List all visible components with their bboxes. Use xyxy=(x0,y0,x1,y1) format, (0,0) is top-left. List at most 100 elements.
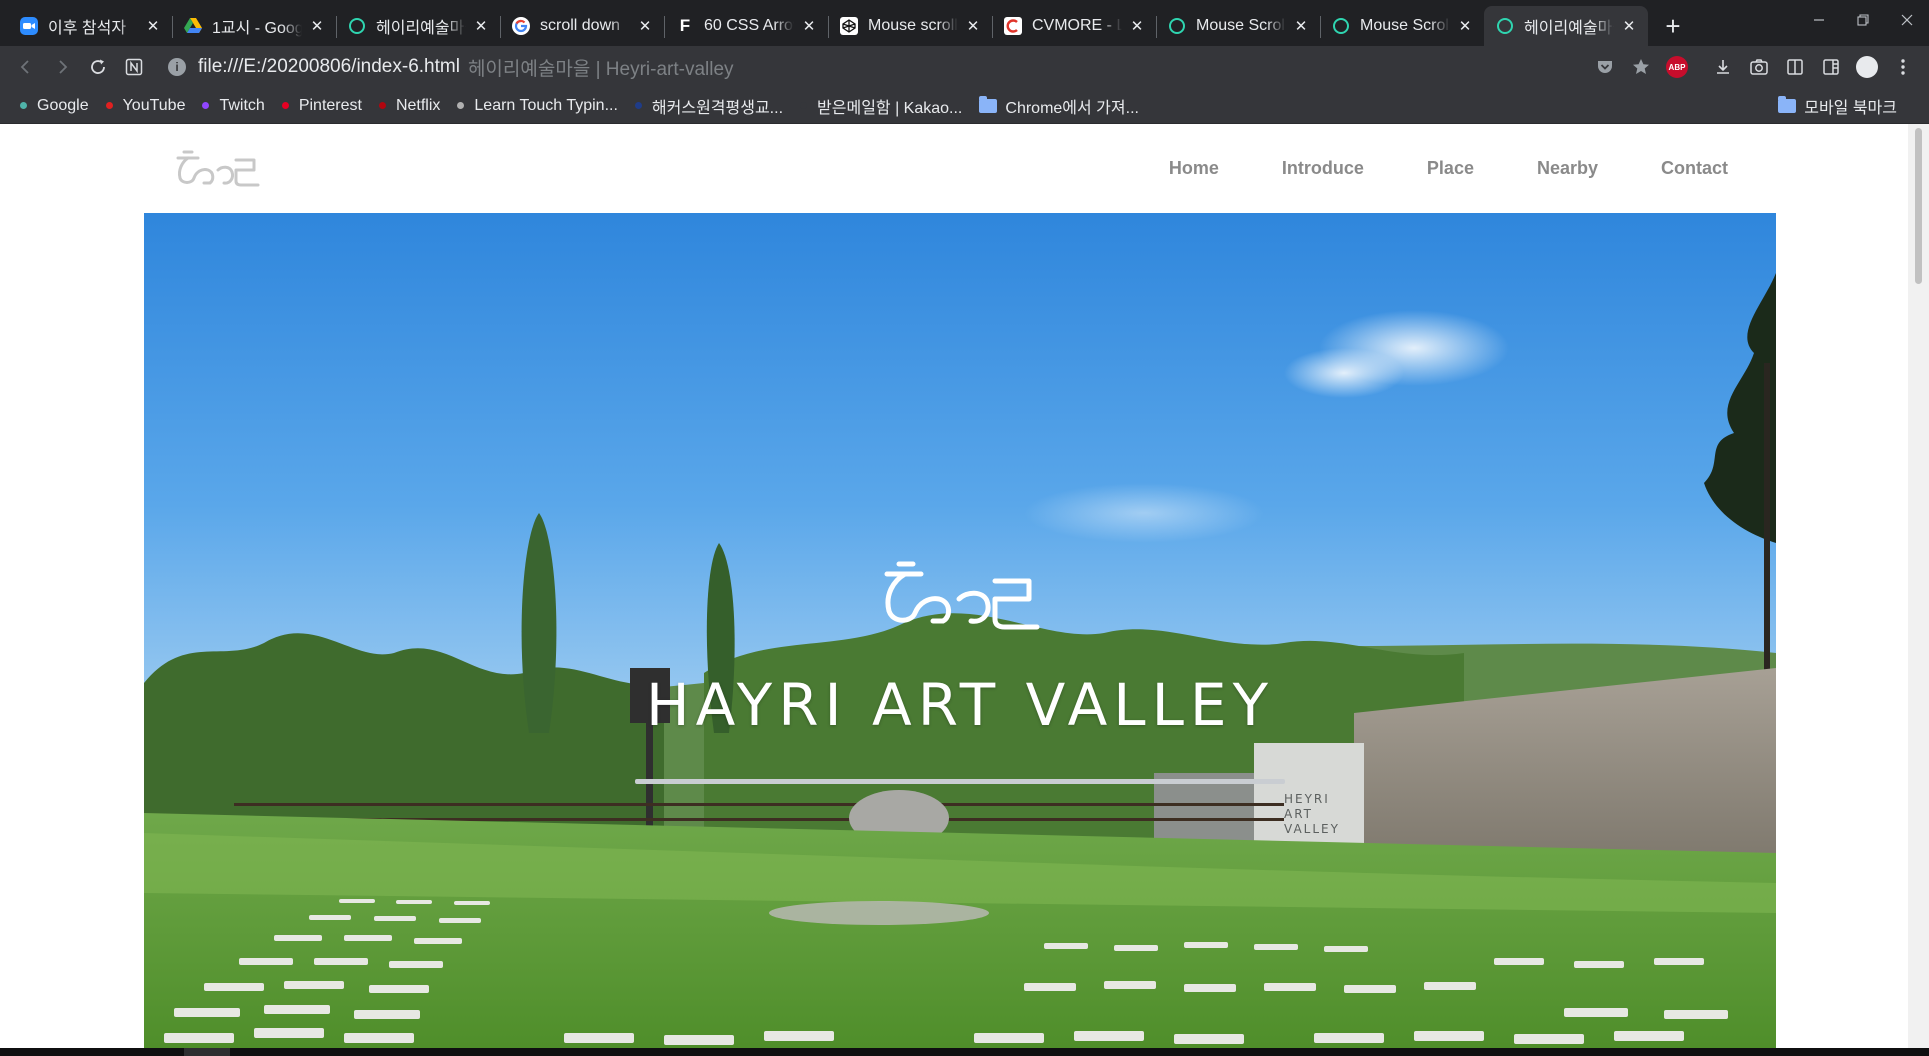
camera-icon[interactable] xyxy=(1741,49,1777,85)
bookmark-hackers[interactable]: 해커스원격평생교... xyxy=(634,94,783,118)
google-icon xyxy=(512,17,530,35)
profile-avatar[interactable] xyxy=(1849,49,1885,85)
browser-tab[interactable]: F 60 CSS Arrows ✕ xyxy=(664,6,828,46)
nav-contact[interactable]: Contact xyxy=(1661,158,1728,179)
bookmark-favicon xyxy=(202,102,210,109)
browser-tab[interactable]: CVMORE - L ✕ xyxy=(992,6,1156,46)
bookmark-typing[interactable]: Learn Touch Typin... xyxy=(457,97,618,115)
download-icon[interactable] xyxy=(1705,49,1741,85)
circle-icon xyxy=(1496,17,1514,35)
close-window-icon[interactable] xyxy=(1885,0,1929,40)
svg-text:HEYRI: HEYRI xyxy=(1284,792,1330,806)
bookmark-folder-mobile[interactable]: 모바일 북마크 xyxy=(1778,94,1897,118)
bookmark-netflix[interactable]: Netflix xyxy=(378,97,440,115)
tab-title: 헤이리예술마을 xyxy=(376,20,466,37)
back-icon[interactable] xyxy=(8,49,44,85)
bookmark-folder-imported[interactable]: Chrome에서 가져... xyxy=(979,94,1139,118)
tab-title: 1교시 - Google xyxy=(212,20,302,37)
close-icon[interactable]: ✕ xyxy=(800,17,818,35)
bookmark-google[interactable]: Google xyxy=(20,97,89,115)
bookmark-twitch[interactable]: Twitch xyxy=(202,97,265,115)
close-icon[interactable]: ✕ xyxy=(1128,17,1146,35)
tab-title: Mouse Scroll xyxy=(1196,17,1286,34)
close-icon[interactable]: ✕ xyxy=(308,17,326,35)
bookmark-pinterest[interactable]: Pinterest xyxy=(281,97,362,115)
nav-place[interactable]: Place xyxy=(1427,158,1474,179)
nav-home[interactable]: Home xyxy=(1169,158,1219,179)
browser-toolbar: i file:///E:/20200806/index-6.html 헤이리예술… xyxy=(0,46,1929,88)
more-menu-icon[interactable] xyxy=(1885,49,1921,85)
new-tab-button[interactable]: + xyxy=(1656,9,1690,43)
site-logo[interactable] xyxy=(174,148,262,193)
separator xyxy=(1695,49,1705,85)
folder-icon xyxy=(1778,96,1797,113)
browser-tab[interactable]: scroll down ✕ xyxy=(500,6,664,46)
close-icon[interactable]: ✕ xyxy=(964,17,982,35)
browser-tab[interactable]: 이후 참석자 ✕ xyxy=(8,6,172,46)
browser-tab[interactable]: Mouse Scroll ✕ xyxy=(1320,6,1484,46)
close-icon[interactable]: ✕ xyxy=(1292,17,1310,35)
tab-title: 60 CSS Arrows xyxy=(704,17,794,34)
bookmark-favicon xyxy=(634,102,642,109)
bookmark-favicon xyxy=(281,102,289,109)
window-controls xyxy=(1797,0,1929,40)
bookmark-favicon xyxy=(20,102,27,109)
browser-tab[interactable]: 1교시 - Google ✕ xyxy=(172,6,336,46)
notion-extension-icon[interactable] xyxy=(116,49,152,85)
f-letter-icon: F xyxy=(679,16,691,35)
hero-section: HEYRI ART VALLEY HAYRI ART VALLEY xyxy=(144,213,1776,1048)
reader-icon[interactable] xyxy=(1777,49,1813,85)
bookmark-youtube[interactable]: YouTube xyxy=(105,97,185,115)
main-nav: Home Introduce Place Nearby Contact xyxy=(1106,124,1728,212)
bookmark-favicon xyxy=(378,102,386,109)
close-icon[interactable]: ✕ xyxy=(1620,17,1638,35)
close-icon[interactable]: ✕ xyxy=(636,17,654,35)
page-scrollbar[interactable] xyxy=(1908,124,1929,1048)
tab-title: scroll down xyxy=(540,17,621,34)
reload-icon[interactable] xyxy=(80,49,116,85)
svg-text:VALLEY: VALLEY xyxy=(1284,822,1340,836)
tab-title: Mouse scroll xyxy=(868,17,958,34)
browser-tab[interactable]: 헤이리예술마을 ✕ xyxy=(336,6,500,46)
nav-introduce[interactable]: Introduce xyxy=(1282,158,1364,179)
bookmark-kakao-mail[interactable]: 받은메일함 | Kakao... xyxy=(800,94,962,118)
scroll-thumb[interactable] xyxy=(1915,128,1922,284)
browser-tab[interactable]: Mouse scroll ✕ xyxy=(828,6,992,46)
hero-divider xyxy=(635,779,1285,784)
tab-strip: 이후 참석자 ✕ 1교시 - Google ✕ 헤이리예술마을 ✕ scroll… xyxy=(0,0,1929,46)
bookmark-favicon xyxy=(105,102,113,109)
url-text: file:///E:/20200806/index-6.html xyxy=(198,56,460,77)
bookmark-favicon xyxy=(457,102,465,109)
taskbar-strip xyxy=(0,1048,1929,1056)
browser-tab[interactable]: Mouse Scroll ✕ xyxy=(1156,6,1320,46)
restore-icon[interactable] xyxy=(1841,0,1885,40)
tab-title: CVMORE - L xyxy=(1032,17,1122,34)
bookmark-star-icon[interactable] xyxy=(1623,49,1659,85)
nav-nearby[interactable]: Nearby xyxy=(1537,158,1598,179)
close-icon[interactable]: ✕ xyxy=(1456,17,1474,35)
tab-title: 이후 참석자 xyxy=(48,20,127,37)
page-title-hint: 헤이리예술마을 | Heyri-art-valley xyxy=(467,58,734,80)
taskbar-item xyxy=(184,1048,230,1056)
browser-tab-active[interactable]: 헤이리예술마을 ✕ xyxy=(1484,6,1648,46)
forward-icon[interactable] xyxy=(44,49,80,85)
cvmore-icon xyxy=(1004,17,1022,35)
hero-title: HAYRI ART VALLEY xyxy=(645,671,1275,739)
tab-title: 헤이리예술마을 xyxy=(1524,20,1614,37)
folder-icon xyxy=(979,95,998,113)
pocket-icon[interactable] xyxy=(1587,49,1623,85)
info-icon[interactable]: i xyxy=(168,58,186,76)
adblock-icon[interactable]: ABP xyxy=(1659,49,1695,85)
circle-icon xyxy=(348,17,366,35)
close-icon[interactable]: ✕ xyxy=(472,17,490,35)
svg-text:ART: ART xyxy=(1284,807,1313,821)
minimize-icon[interactable] xyxy=(1797,0,1841,40)
side-panel-icon[interactable] xyxy=(1813,49,1849,85)
google-drive-icon xyxy=(184,17,202,35)
close-icon[interactable]: ✕ xyxy=(144,17,162,35)
bookmark-favicon xyxy=(800,102,808,109)
tab-title: Mouse Scroll xyxy=(1360,17,1450,34)
circle-icon xyxy=(1332,17,1350,35)
address-bar[interactable]: i file:///E:/20200806/index-6.html 헤이리예술… xyxy=(158,50,1575,84)
hero-logo xyxy=(879,559,1043,636)
